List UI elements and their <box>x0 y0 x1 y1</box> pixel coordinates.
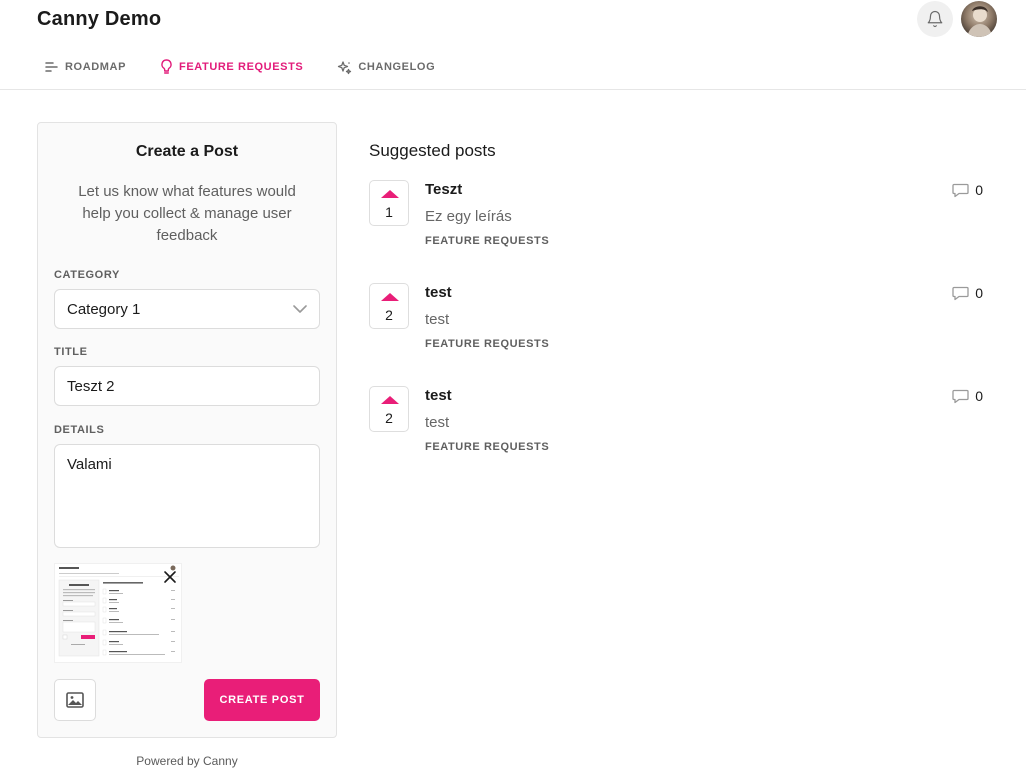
sparkle-icon <box>338 60 352 74</box>
vote-count: 2 <box>385 410 393 426</box>
bell-icon <box>927 10 943 28</box>
comment-count-value: 0 <box>975 285 983 301</box>
remove-attachment-close-icon[interactable] <box>162 569 178 585</box>
roadmap-icon <box>45 62 58 72</box>
category-select[interactable]: Category 1 <box>54 289 320 329</box>
post-title[interactable]: test <box>425 387 452 404</box>
post-description: test <box>425 311 450 328</box>
suggested-posts-heading: Suggested posts <box>369 141 496 160</box>
post-title[interactable]: Teszt <box>425 181 462 198</box>
create-post-description: Let us know what features would help you… <box>78 183 296 244</box>
comment-count[interactable]: 0 <box>952 182 983 198</box>
post-board: FEATURE REQUESTS <box>425 338 550 350</box>
create-post-title: Create a Post <box>135 143 239 160</box>
title-label: TITLE <box>54 346 88 358</box>
vote-count: 1 <box>385 204 393 220</box>
create-post-button[interactable]: CREATE POST <box>204 679 320 721</box>
comment-count[interactable]: 0 <box>952 285 983 301</box>
post-item: 2 test test FEATURE REQUESTS 0 <box>369 283 983 363</box>
category-label: CATEGORY <box>54 269 120 281</box>
comment-icon <box>952 389 969 403</box>
post-title[interactable]: test <box>425 284 452 301</box>
comment-icon <box>952 183 969 197</box>
title-input-value: Teszt 2 <box>67 377 115 395</box>
comment-count-value: 0 <box>975 388 983 404</box>
title-input[interactable]: Teszt 2 <box>54 366 320 406</box>
nav-feature-requests-label: FEATURE REQUESTS <box>179 61 304 73</box>
powered-by-link[interactable]: Powered by Canny <box>37 754 337 768</box>
header-divider <box>0 89 1026 90</box>
avatar[interactable] <box>961 1 997 37</box>
details-label: DETAILS <box>54 424 105 436</box>
upvote-button[interactable]: 2 <box>369 386 409 432</box>
details-value: Valami <box>67 456 112 473</box>
upvote-arrow-icon <box>381 190 399 198</box>
create-post-card: Create a Post Let us know what features … <box>37 122 337 738</box>
attach-image-button[interactable] <box>54 679 96 721</box>
details-textarea[interactable]: Valami <box>54 444 320 548</box>
app-title: Canny Demo <box>37 8 162 30</box>
chevron-down-icon <box>293 305 307 313</box>
comment-icon <box>952 286 969 300</box>
nav-roadmap[interactable]: ROADMAP <box>45 61 126 73</box>
nav-feature-requests[interactable]: FEATURE REQUESTS <box>160 59 303 75</box>
post-item: 2 test test FEATURE REQUESTS 0 <box>369 386 983 466</box>
comment-count[interactable]: 0 <box>952 388 983 404</box>
upvote-button[interactable]: 1 <box>369 180 409 226</box>
post-description: test <box>425 414 450 431</box>
avatar-image <box>961 1 997 37</box>
image-icon <box>66 692 84 708</box>
lightbulb-icon <box>161 59 172 74</box>
vote-count: 2 <box>385 307 393 323</box>
upvote-arrow-icon <box>381 293 399 301</box>
nav-changelog[interactable]: CHANGELOG <box>337 60 435 75</box>
nav-roadmap-label: ROADMAP <box>65 61 127 73</box>
upvote-button[interactable]: 2 <box>369 283 409 329</box>
category-value: Category 1 <box>67 300 141 318</box>
main-nav: ROADMAP FEATURE REQUESTS CHANGELOG <box>45 57 469 77</box>
notifications-button[interactable] <box>917 1 953 37</box>
comment-count-value: 0 <box>975 182 983 198</box>
post-board: FEATURE REQUESTS <box>425 235 550 247</box>
post-item: 1 Teszt Ez egy leírás FEATURE REQUESTS 0 <box>369 180 983 260</box>
post-description: Ez egy leírás <box>425 208 512 225</box>
post-board: FEATURE REQUESTS <box>425 441 550 453</box>
nav-changelog-label: CHANGELOG <box>358 61 436 73</box>
upvote-arrow-icon <box>381 396 399 404</box>
